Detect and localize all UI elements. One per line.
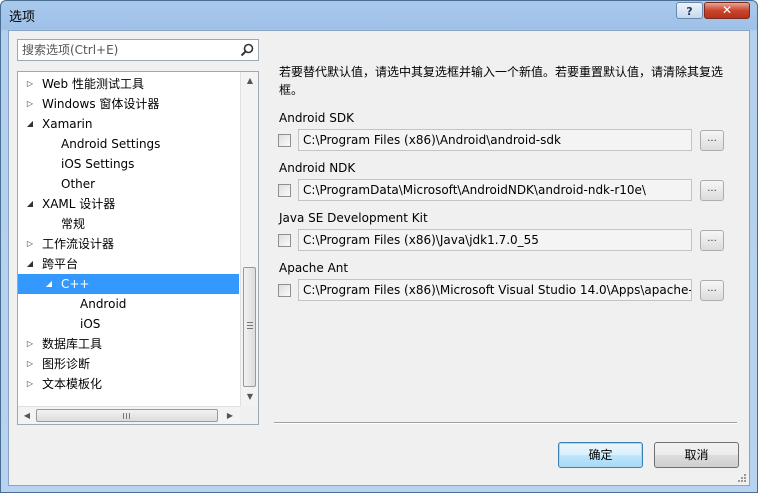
tree-item-label: XAML 设计器 xyxy=(42,197,116,211)
tree-item-label: Android xyxy=(80,297,127,311)
tree-item-label: Web 性能测试工具 xyxy=(42,77,144,91)
button-area-divider xyxy=(274,422,737,424)
tree-item[interactable]: ◢ 跨平台 xyxy=(18,254,239,274)
tree-item-label: 跨平台 xyxy=(42,257,79,271)
android-sdk-label: Android SDK xyxy=(279,111,354,125)
scrollbar-corner xyxy=(240,406,258,424)
collapsed-arrow-icon[interactable]: ▷ xyxy=(25,234,35,254)
android-ndk-label: Android NDK xyxy=(279,161,356,175)
tree-item[interactable]: ▷ 数据库工具 xyxy=(18,334,239,354)
tree-item[interactable]: ▷ Windows 窗体设计器 xyxy=(18,94,239,114)
tree-item-label: 图形诊断 xyxy=(42,357,91,371)
tree-item-label: Android Settings xyxy=(61,137,161,151)
thumb-grip-line xyxy=(247,325,253,326)
tree-item[interactable]: ▷ 文本模板化 xyxy=(18,374,239,394)
tree-item-label: 常规 xyxy=(61,217,86,231)
tree-item[interactable]: iOS Settings xyxy=(18,154,239,174)
tree-item[interactable]: ◢ C++ xyxy=(18,274,239,294)
tree-item-label: 工作流设计器 xyxy=(42,237,115,251)
collapsed-arrow-icon[interactable]: ▷ xyxy=(25,74,35,94)
instructions-text: 若要替代默认值，请选中其复选框并输入一个新值。若要重置默认值，请清除其复选框。 xyxy=(279,65,724,97)
tree-item[interactable]: ◢ Xamarin xyxy=(18,114,239,134)
expanded-arrow-icon[interactable]: ◢ xyxy=(25,194,35,214)
options-tree[interactable]: ▷ Web 性能测试工具 ▷ Windows 窗体设计器 ◢ Xamarin Android… xyxy=(17,71,259,425)
search-input[interactable] xyxy=(18,40,236,60)
apache-ant-checkbox[interactable] xyxy=(278,284,291,297)
tree-item[interactable]: Android xyxy=(18,294,239,314)
expanded-arrow-icon[interactable]: ◢ xyxy=(25,254,35,274)
tree-item-label: Other xyxy=(61,177,96,191)
thumb-grip-line xyxy=(126,413,127,419)
thumb-grip-line xyxy=(123,413,124,419)
tree-item-label: 数据库工具 xyxy=(42,337,103,351)
thumb-grip-line xyxy=(247,322,253,323)
tree-item[interactable]: 常规 xyxy=(18,214,239,234)
android-ndk-browse-button[interactable]: ... xyxy=(700,180,724,201)
jdk-path-field[interactable]: C:\Program Files (x86)\Java\jdk1.7.0_55 xyxy=(298,229,692,251)
options-dialog-window: 选项 ? ✕ ▷ Web 性能测试工具 ▷ Windows 窗体设计器 ◢ Xamarin… xyxy=(0,0,758,493)
thumb-grip-line xyxy=(129,413,130,419)
android-sdk-browse-button[interactable]: ... xyxy=(700,130,724,151)
resize-grip-icon[interactable] xyxy=(737,473,747,483)
tree-item-label: Windows 窗体设计器 xyxy=(42,97,160,111)
help-button[interactable]: ? xyxy=(676,2,703,19)
tree-item-label: 文本模板化 xyxy=(42,377,103,391)
window-title: 选项 xyxy=(9,10,36,25)
tree-item-label: iOS xyxy=(80,317,101,331)
android-ndk-checkbox[interactable] xyxy=(278,184,291,197)
jdk-checkbox[interactable] xyxy=(278,234,291,247)
jdk-browse-button[interactable]: ... xyxy=(700,230,724,251)
cancel-button[interactable]: 取消 xyxy=(654,442,739,468)
android-sdk-path-field[interactable]: C:\Program Files (x86)\Android\android-s… xyxy=(298,129,692,151)
scroll-up-arrow-icon[interactable]: ▲ xyxy=(242,73,258,89)
close-button[interactable]: ✕ xyxy=(704,2,750,19)
title-bar[interactable]: 选项 ? ✕ xyxy=(1,1,757,31)
tree-item[interactable]: Other xyxy=(18,174,239,194)
tree-vertical-scrollbar[interactable]: ▲ ▼ xyxy=(240,72,258,406)
android-ndk-path-field[interactable]: C:\ProgramData\Microsoft\AndroidNDK\andr… xyxy=(298,179,692,201)
scroll-right-arrow-icon[interactable]: ▶ xyxy=(222,408,238,424)
expanded-arrow-icon[interactable]: ◢ xyxy=(25,114,35,134)
tree-item[interactable]: ▷ 图形诊断 xyxy=(18,354,239,374)
tree-item-label: Xamarin xyxy=(42,117,93,131)
tree-item[interactable]: Android Settings xyxy=(18,134,239,154)
apache-ant-label: Apache Ant xyxy=(279,261,349,275)
collapsed-arrow-icon[interactable]: ▷ xyxy=(25,94,35,114)
tree-item-label: C++ xyxy=(61,277,90,291)
horizontal-scroll-thumb[interactable] xyxy=(36,409,218,422)
apache-ant-browse-button[interactable]: ... xyxy=(700,280,724,301)
vertical-scroll-thumb[interactable] xyxy=(243,267,256,387)
tree-item[interactable]: ◢ XAML 设计器 xyxy=(18,194,239,214)
tree-horizontal-scrollbar[interactable]: ◀ ▶ xyxy=(18,406,240,424)
jdk-label: Java SE Development Kit xyxy=(279,211,428,225)
collapsed-arrow-icon[interactable]: ▷ xyxy=(25,374,35,394)
thumb-grip-line xyxy=(247,328,253,329)
ok-button[interactable]: 确定 xyxy=(558,442,643,468)
scroll-down-arrow-icon[interactable]: ▼ xyxy=(242,389,258,405)
tree-item[interactable]: iOS xyxy=(18,314,239,334)
tree-item[interactable]: ▷ Web 性能测试工具 xyxy=(18,74,239,94)
tree-item-label: iOS Settings xyxy=(61,157,135,171)
collapsed-arrow-icon[interactable]: ▷ xyxy=(25,334,35,354)
tree-item[interactable]: ▷ 工作流设计器 xyxy=(18,234,239,254)
search-box[interactable] xyxy=(17,39,259,61)
android-sdk-checkbox[interactable] xyxy=(278,134,291,147)
dialog-client-area: ▷ Web 性能测试工具 ▷ Windows 窗体设计器 ◢ Xamarin Android… xyxy=(8,30,750,486)
search-icon[interactable] xyxy=(239,42,255,58)
expanded-arrow-icon[interactable]: ◢ xyxy=(44,274,54,294)
scroll-left-arrow-icon[interactable]: ◀ xyxy=(19,408,35,424)
collapsed-arrow-icon[interactable]: ▷ xyxy=(25,354,35,374)
apache-ant-path-field[interactable]: C:\Program Files (x86)\Microsoft Visual … xyxy=(298,279,692,301)
